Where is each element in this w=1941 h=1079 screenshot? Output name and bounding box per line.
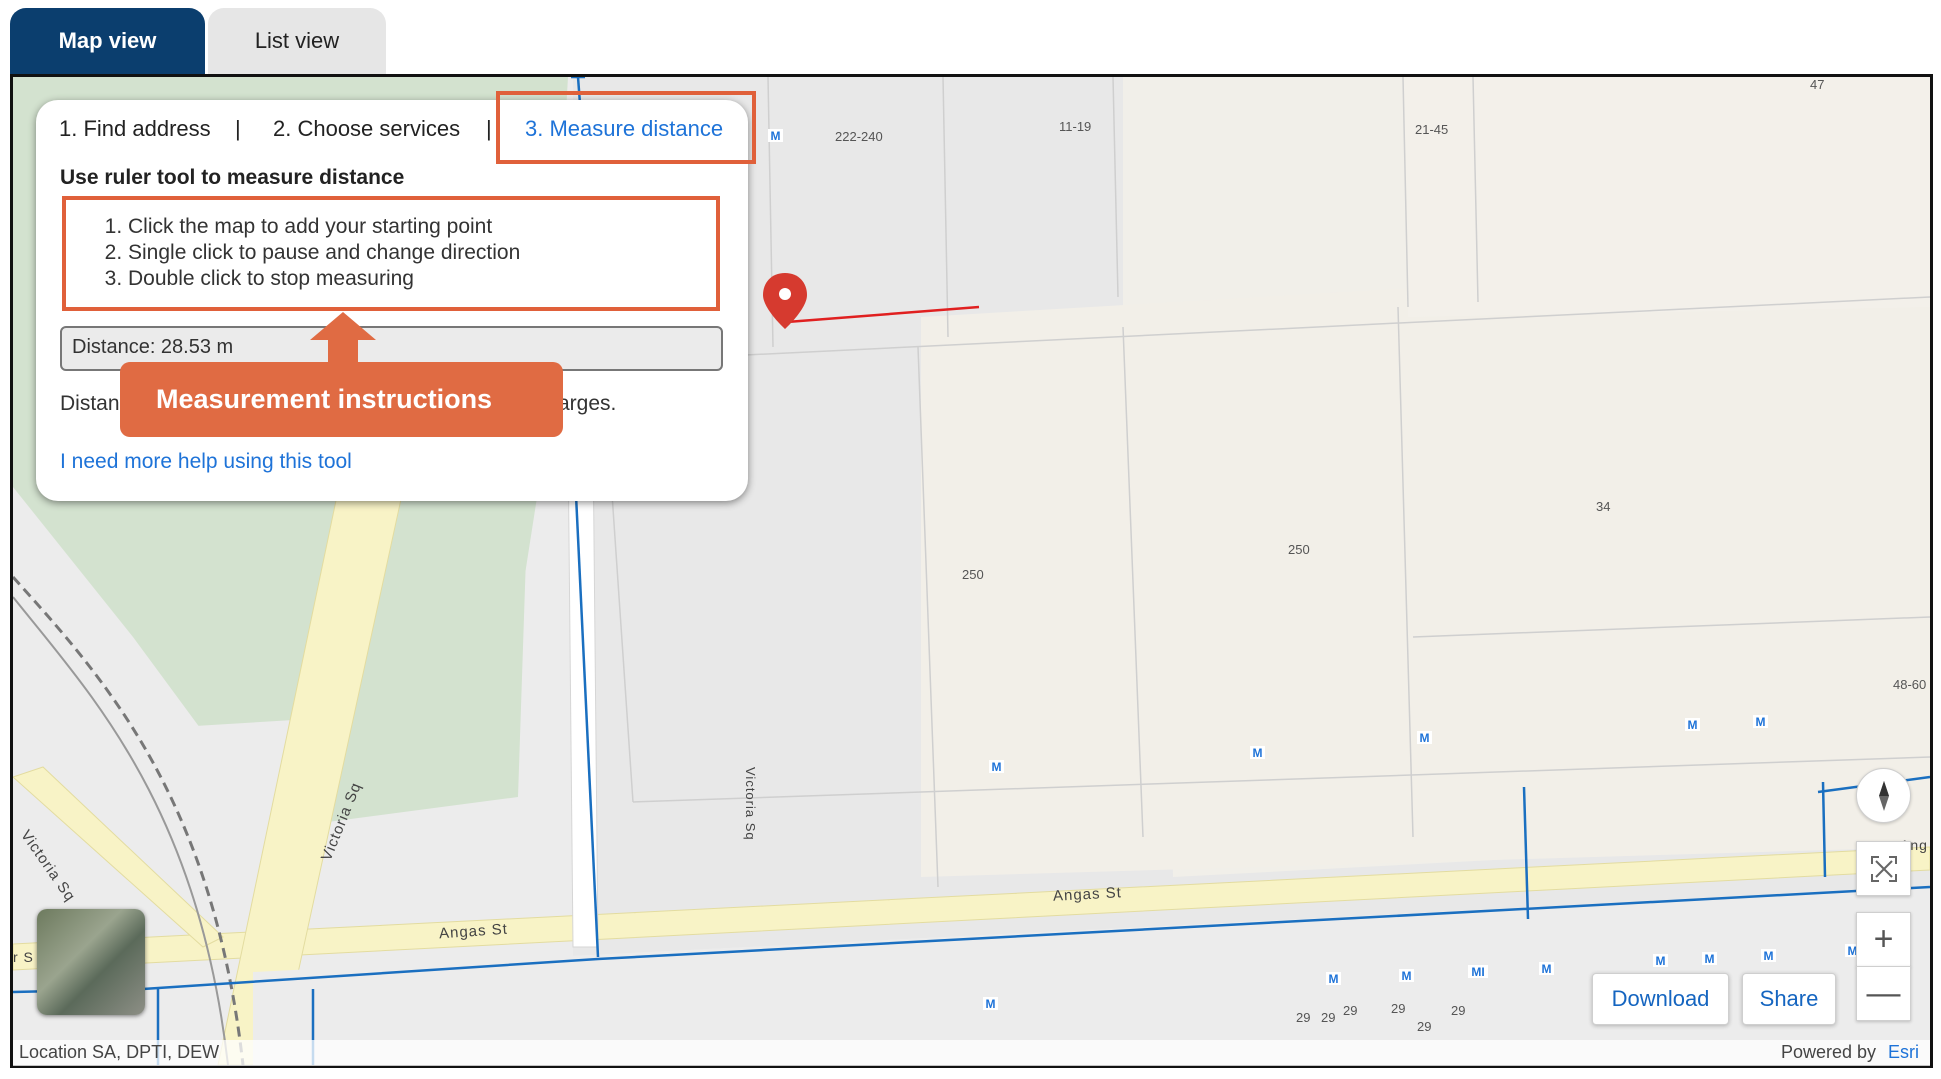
lot-label: 29 — [1417, 1019, 1432, 1034]
callout-label: Measurement instructions — [120, 362, 563, 437]
fullscreen-button[interactable] — [1856, 841, 1911, 896]
water-meter-icon: M — [1653, 954, 1668, 967]
lot-label: 29 — [1451, 1003, 1466, 1018]
lot-label: 48-60 — [1893, 677, 1927, 692]
water-meter-icon: M — [1753, 715, 1768, 728]
lot-label: 222-240 — [835, 129, 883, 144]
water-meter-icon: MI — [1468, 965, 1488, 978]
attribution-text: Location SA, DPTI, DEW — [19, 1042, 220, 1062]
distance-note-end: arges. — [558, 392, 617, 415]
water-meter-icon: M — [768, 129, 783, 142]
overview-map-thumbnail[interactable] — [37, 909, 145, 1015]
help-link[interactable]: I need more help using this tool — [60, 450, 352, 474]
expand-icon — [1870, 855, 1897, 882]
download-button[interactable]: Download — [1592, 973, 1729, 1025]
lot-label: 29 — [1296, 1010, 1311, 1025]
step-separator: | — [235, 116, 241, 141]
lot-label: 29 — [1391, 1001, 1406, 1016]
water-meter-icon: M — [1250, 746, 1265, 759]
powered-by-text: Powered by — [1781, 1042, 1877, 1062]
instructions-box: Click the map to add your starting point… — [62, 196, 720, 311]
water-meter-icon: M — [1399, 969, 1414, 982]
measure-title: Use ruler tool to measure distance — [60, 166, 405, 189]
tab-map-view[interactable]: Map view — [10, 8, 205, 74]
water-meter-icon: M — [1539, 962, 1554, 975]
water-meter-icon: M — [1417, 731, 1432, 744]
zoom-in-button[interactable]: + — [1856, 912, 1911, 967]
water-meter-icon: M — [1761, 949, 1776, 962]
street-label: r S — [13, 949, 34, 965]
street-label: Angas St — [1052, 884, 1123, 905]
instruction-item: Single click to pause and change directi… — [128, 240, 716, 266]
callout-arrow-icon — [310, 312, 376, 366]
water-meter-icon: M — [1702, 952, 1717, 965]
water-meter-icon: M — [989, 760, 1004, 773]
instruction-item: Double click to stop measuring — [128, 266, 716, 292]
water-meter-icon: M — [1685, 718, 1700, 731]
zoom-out-button[interactable]: — — [1856, 966, 1911, 1021]
step-separator: | — [486, 116, 492, 141]
street-label: Victoria Sq — [743, 767, 758, 841]
water-meter-icon: M — [983, 997, 998, 1010]
lot-label: 11-19 — [1059, 119, 1092, 134]
water-meter-icon: M — [1326, 972, 1341, 985]
step-measure-distance[interactable]: 3. Measure distance — [525, 116, 723, 142]
lot-label: 21-45 — [1415, 122, 1449, 137]
lot-label: 29 — [1343, 1003, 1358, 1018]
lot-label: 29 — [1321, 1010, 1336, 1025]
compass-button[interactable] — [1856, 768, 1911, 823]
esri-link[interactable]: Esri — [1888, 1042, 1919, 1063]
step-choose-services[interactable]: 2. Choose services — [273, 116, 460, 142]
compass-icon — [1878, 780, 1889, 811]
lot-label: 47 — [1810, 77, 1825, 92]
step-find-address[interactable]: 1. Find address — [59, 116, 211, 142]
lot-label: 250 — [962, 567, 984, 582]
distance-note-start: Distan — [60, 392, 120, 415]
instruction-item: Click the map to add your starting point — [128, 214, 716, 240]
lot-label: 34 — [1596, 499, 1611, 514]
share-button[interactable]: Share — [1742, 973, 1836, 1025]
lot-label: 250 — [1288, 542, 1310, 557]
attribution-bar: Location SA, DPTI, DEW Powered by Esri — [13, 1040, 1930, 1066]
tab-list-view[interactable]: List view — [208, 8, 386, 74]
